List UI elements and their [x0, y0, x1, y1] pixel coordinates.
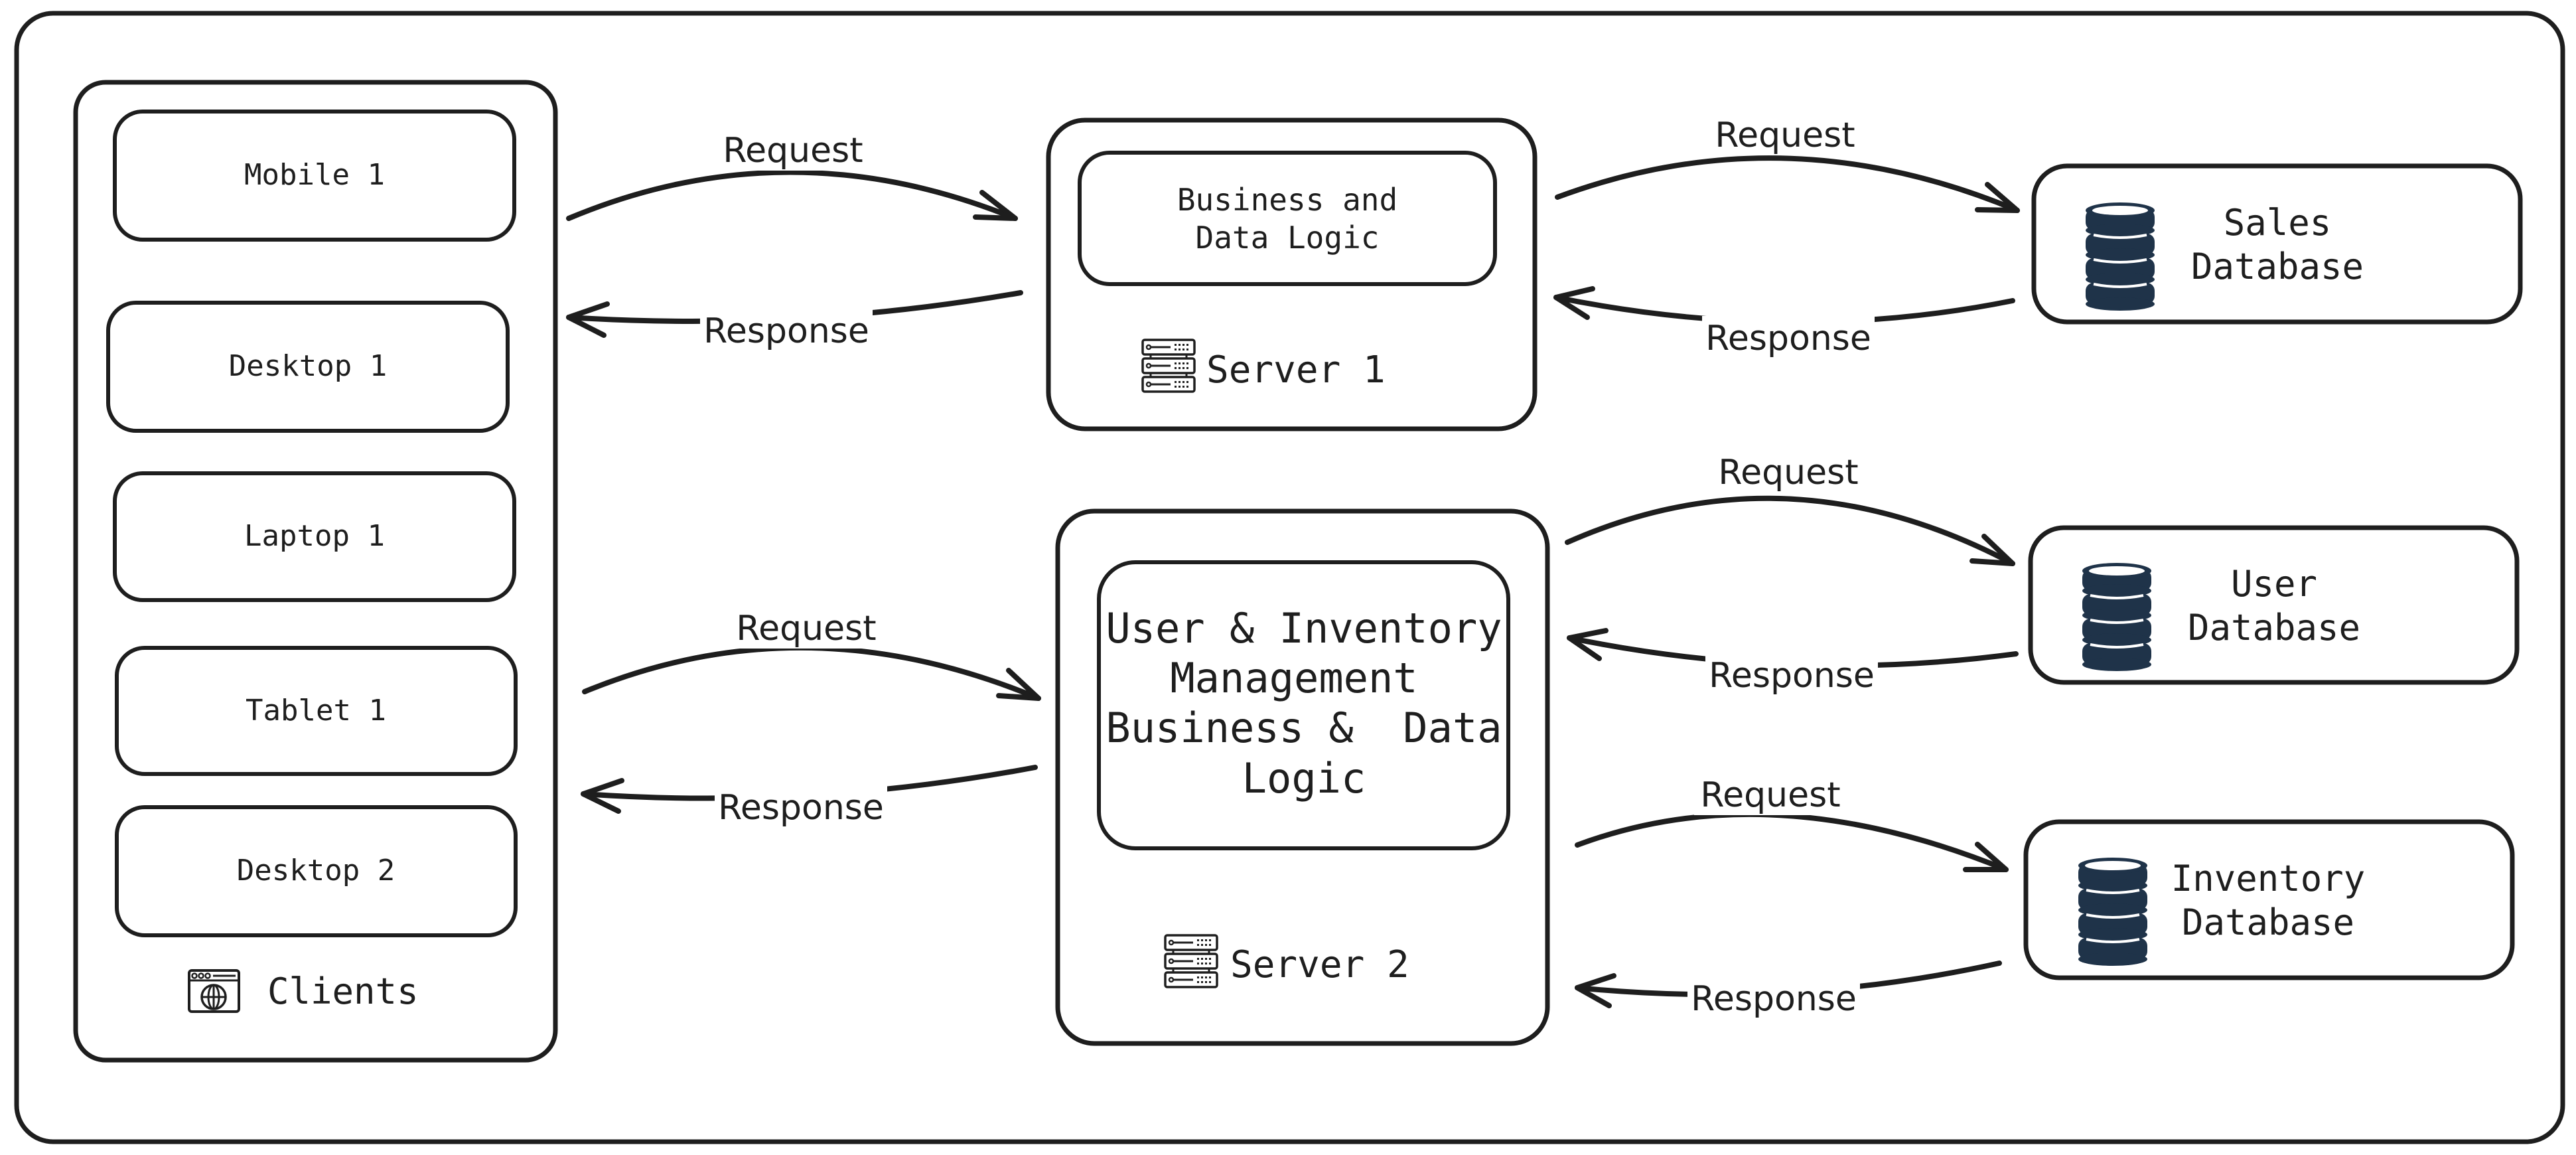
user-database[interactable]: User Database [2028, 525, 2520, 685]
device-label: Mobile 1 [244, 158, 385, 192]
database-icon [2078, 858, 2147, 966]
server-2-logic-line-4: Logic [1242, 754, 1366, 803]
device-desktop-1[interactable]: Desktop 1 [106, 301, 510, 433]
response-label: Response [1709, 656, 1875, 696]
server-2-title: Server 2 [1230, 943, 1409, 986]
device-label: Desktop 1 [229, 349, 387, 383]
device-tablet-1[interactable]: Tablet 1 [115, 646, 518, 776]
database-icon [2082, 563, 2151, 671]
sales-database[interactable]: Sales Database [2031, 163, 2523, 325]
response-label: Response [1705, 319, 1871, 358]
device-label: Laptop 1 [244, 519, 385, 553]
device-laptop-1[interactable]: Laptop 1 [113, 471, 516, 602]
device-label: Desktop 2 [237, 854, 395, 887]
server-1-logic-line-1: Business and [1177, 182, 1397, 218]
request-label: Request [736, 609, 876, 649]
architecture-diagram: Mobile 1 Desktop 1 Laptop 1 Tablet 1 Des… [14, 11, 2565, 1144]
response-label: Response [718, 788, 884, 828]
response-label: Response [1691, 979, 1857, 1019]
server-1-logic-line-2: Data Logic [1196, 220, 1380, 256]
sales-database-line-2: Database [2191, 246, 2364, 287]
user-database-line-1: User [2231, 563, 2317, 605]
inventory-database[interactable]: Inventory Database [2023, 819, 2515, 980]
clients-title: Clients [267, 970, 419, 1012]
inventory-database-line-2: Database [2182, 901, 2354, 943]
device-label: Tablet 1 [246, 694, 386, 728]
database-icon [2086, 202, 2155, 311]
clients-group[interactable]: Mobile 1 Desktop 1 Laptop 1 Tablet 1 Des… [73, 80, 558, 1063]
inventory-database-line-1: Inventory [2171, 858, 2366, 899]
device-mobile-1[interactable]: Mobile 1 [113, 110, 516, 242]
server-1-group[interactable]: Business and Data Logic Server 1 [1046, 117, 1538, 431]
device-desktop-2[interactable]: Desktop 2 [115, 805, 518, 937]
server-2-logic-line-2: Management [1170, 654, 1417, 702]
server-2-logic-line-3: Business & Data [1106, 704, 1502, 752]
request-label: Request [723, 131, 863, 171]
request-label: Request [1700, 775, 1840, 815]
server-2-group[interactable]: User & Inventory Management Business & D… [1055, 508, 1550, 1046]
user-database-line-2: Database [2188, 607, 2360, 649]
server-1-logic-box[interactable] [1078, 151, 1497, 286]
request-label: Request [1718, 453, 1858, 493]
sales-database-line-1: Sales [2224, 202, 2332, 244]
response-label: Response [703, 311, 869, 351]
server-2-logic-line-1: User & Inventory [1106, 604, 1502, 653]
server-1-title: Server 1 [1206, 348, 1386, 392]
request-label: Request [1715, 116, 1855, 155]
